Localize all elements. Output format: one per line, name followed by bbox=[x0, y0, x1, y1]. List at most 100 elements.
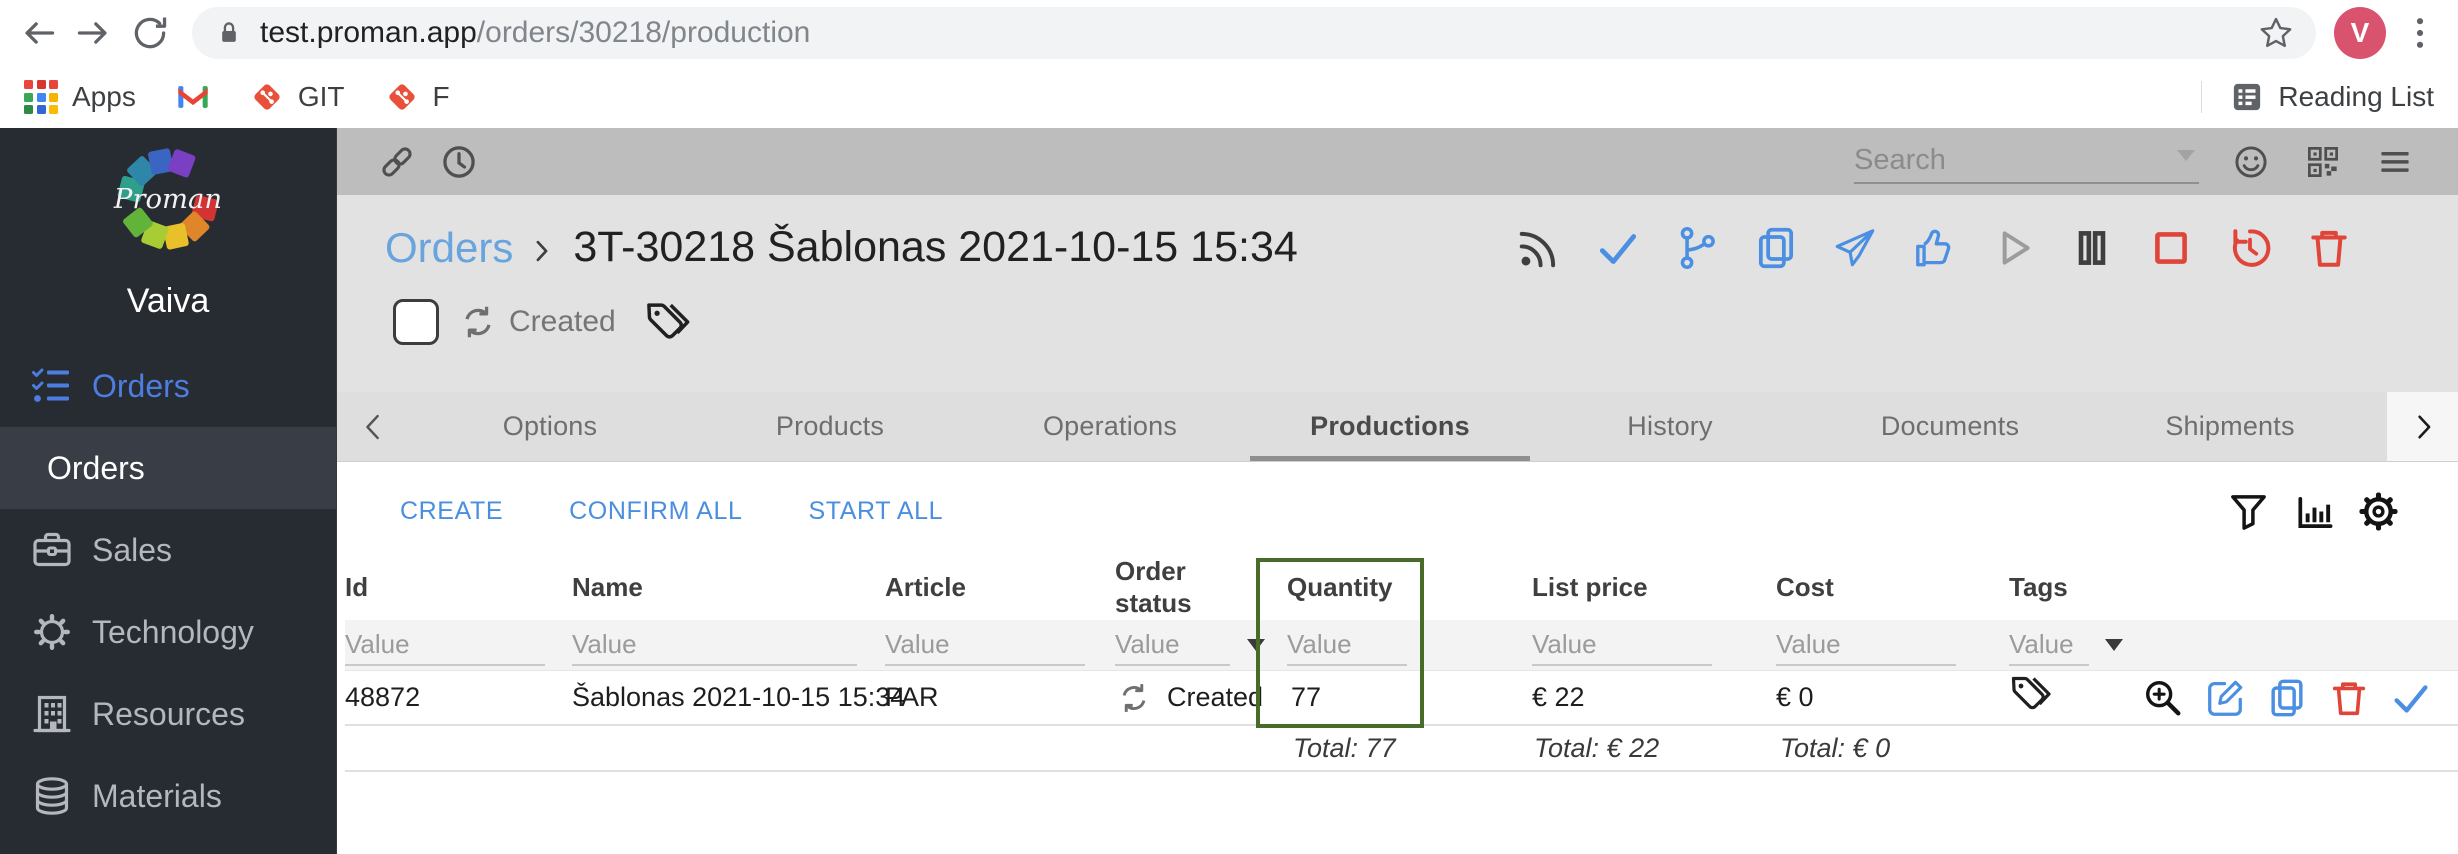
delete-icon[interactable] bbox=[2328, 677, 2370, 719]
profile-avatar[interactable]: V bbox=[2334, 7, 2386, 59]
search-caret-icon[interactable] bbox=[2177, 150, 2195, 161]
tab-shipments[interactable]: Shipments bbox=[2090, 392, 2370, 461]
list-tool-icons bbox=[2227, 490, 2400, 533]
sidebar-item-label: Sales bbox=[92, 531, 173, 568]
breadcrumb-chevron-icon bbox=[527, 236, 557, 266]
delete-icon[interactable] bbox=[2306, 225, 2352, 271]
send-icon[interactable] bbox=[1832, 225, 1878, 271]
confirm-all-button[interactable]: CONFIRM ALL bbox=[569, 497, 742, 526]
pause-icon[interactable] bbox=[2069, 225, 2115, 271]
app-window: Proman Vaiva Orders Orders Sales Technol… bbox=[0, 128, 2458, 854]
sync-icon bbox=[1115, 679, 1153, 717]
filter-cost-input[interactable] bbox=[1776, 624, 1956, 666]
total-cost: Total: € 0 bbox=[1780, 732, 1891, 763]
url-bar[interactable]: test.proman.app /orders/30218/production bbox=[192, 7, 2316, 59]
column-header-id[interactable]: Id bbox=[345, 571, 572, 604]
tab-documents[interactable]: Documents bbox=[1810, 392, 2090, 461]
stop-icon[interactable] bbox=[2148, 225, 2194, 271]
sidebar-item-resources[interactable]: Resources bbox=[0, 673, 336, 755]
sidebar-item-label: Materials bbox=[92, 777, 222, 814]
app-topbar bbox=[337, 128, 2458, 195]
browser-menu-icon[interactable] bbox=[2400, 13, 2440, 53]
zoom-in-icon[interactable] bbox=[2142, 677, 2184, 719]
table-totals-row: Total: 77 Total: € 22 Total: € 0 bbox=[345, 726, 2458, 772]
tab-history[interactable]: History bbox=[1530, 392, 1810, 461]
sidebar-item-orders[interactable]: Orders bbox=[0, 345, 336, 427]
chevron-left-icon bbox=[358, 411, 390, 443]
filter-quantity-input[interactable] bbox=[1287, 624, 1407, 666]
browser-toolbar: test.proman.app /orders/30218/production… bbox=[0, 0, 2458, 66]
start-all-button[interactable]: START ALL bbox=[808, 497, 943, 526]
search-input[interactable] bbox=[1854, 144, 2171, 177]
column-header-name[interactable]: Name bbox=[572, 571, 885, 604]
sidebar-item-technology[interactable]: Technology bbox=[0, 591, 336, 673]
create-button[interactable]: CREATE bbox=[400, 497, 503, 526]
breadcrumb-orders-link[interactable]: Orders bbox=[385, 224, 513, 272]
productions-table: Id Name Article Order status Quantity Li… bbox=[345, 554, 2458, 772]
thumbs-up-icon[interactable] bbox=[1911, 225, 1957, 271]
tab-options[interactable]: Options bbox=[410, 392, 690, 461]
table-row[interactable]: 48872 Šablonas 2021-10-15 15:34 PAR Crea… bbox=[345, 670, 2458, 726]
tab-operations[interactable]: Operations bbox=[970, 392, 1250, 461]
filter-order-status-input[interactable] bbox=[1115, 624, 1230, 666]
column-header-cost[interactable]: Cost bbox=[1770, 571, 2007, 604]
smiley-icon[interactable] bbox=[2231, 142, 2271, 182]
bar-chart-icon[interactable] bbox=[2292, 490, 2335, 533]
sidebar-item-label: Technology bbox=[92, 613, 254, 650]
menu-icon[interactable] bbox=[2375, 142, 2415, 182]
tab-products[interactable]: Products bbox=[690, 392, 970, 461]
filter-order-status-caret-icon[interactable] bbox=[1247, 639, 1265, 651]
productions-toolbar: CREATE CONFIRM ALL START ALL bbox=[337, 462, 2458, 534]
sidebar-item-sales[interactable]: Sales bbox=[0, 509, 336, 591]
copy-icon[interactable] bbox=[1753, 225, 1799, 271]
bookmark-gmail[interactable] bbox=[176, 80, 210, 114]
rss-icon[interactable] bbox=[1516, 225, 1562, 271]
reading-list-button[interactable]: Reading List bbox=[2230, 80, 2434, 114]
column-header-list-price[interactable]: List price bbox=[1528, 571, 1770, 604]
qr-code-icon[interactable] bbox=[2303, 142, 2343, 182]
filter-tags-input[interactable] bbox=[2009, 624, 2089, 666]
cell-order-status-label: Created bbox=[1167, 682, 1264, 712]
filter-list-price-input[interactable] bbox=[1532, 624, 1712, 666]
clock-icon[interactable] bbox=[439, 142, 479, 182]
bookmark-f[interactable]: F bbox=[385, 80, 450, 114]
column-header-quantity[interactable]: Quantity bbox=[1273, 571, 1528, 604]
search-field[interactable] bbox=[1854, 140, 2199, 184]
bookmark-git[interactable]: GIT bbox=[250, 80, 345, 114]
tabs-scroll-right-button[interactable] bbox=[2387, 392, 2458, 461]
settings-gear-icon[interactable] bbox=[2357, 490, 2400, 533]
cell-quantity: 77 bbox=[1291, 682, 1322, 712]
tags-icon[interactable] bbox=[644, 298, 692, 346]
column-header-tags[interactable]: Tags bbox=[2007, 571, 2140, 604]
sidebar-item-materials[interactable]: Materials bbox=[0, 755, 336, 837]
history-icon[interactable] bbox=[2227, 225, 2273, 271]
tabs-scroll-left-button[interactable] bbox=[337, 392, 410, 461]
play-icon[interactable] bbox=[1990, 225, 2036, 271]
filter-tags-caret-icon[interactable] bbox=[2105, 639, 2123, 651]
confirm-check-icon[interactable] bbox=[2390, 677, 2432, 719]
bookmark-apps[interactable]: Apps bbox=[24, 80, 136, 114]
back-icon[interactable] bbox=[18, 13, 58, 53]
tab-productions[interactable]: Productions bbox=[1250, 392, 1530, 461]
confirm-check-icon[interactable] bbox=[1595, 225, 1641, 271]
reload-icon[interactable] bbox=[130, 13, 170, 53]
column-header-article[interactable]: Article bbox=[885, 571, 1115, 604]
filter-id-input[interactable] bbox=[345, 624, 545, 666]
bookmark-star-icon[interactable] bbox=[2258, 15, 2294, 51]
row-tags-icon[interactable] bbox=[2009, 672, 2053, 716]
status-row: Created bbox=[337, 298, 2458, 346]
forward-icon[interactable] bbox=[74, 13, 114, 53]
chevron-right-icon bbox=[2408, 412, 2438, 442]
edit-icon[interactable] bbox=[2204, 677, 2246, 719]
bookmarks-bar: Apps GIT F Reading List bbox=[0, 66, 2458, 128]
filter-article-input[interactable] bbox=[885, 624, 1085, 666]
sidebar-subitem-orders[interactable]: Orders bbox=[0, 427, 336, 509]
branch-icon[interactable] bbox=[1674, 225, 1720, 271]
column-header-order-status[interactable]: Order status bbox=[1115, 555, 1227, 620]
copy-icon[interactable] bbox=[2266, 677, 2308, 719]
link-icon[interactable] bbox=[377, 142, 417, 182]
filter-icon[interactable] bbox=[2227, 490, 2270, 533]
select-order-checkbox[interactable] bbox=[393, 299, 439, 345]
tab-label: Productions bbox=[1310, 411, 1470, 441]
filter-name-input[interactable] bbox=[572, 624, 857, 666]
